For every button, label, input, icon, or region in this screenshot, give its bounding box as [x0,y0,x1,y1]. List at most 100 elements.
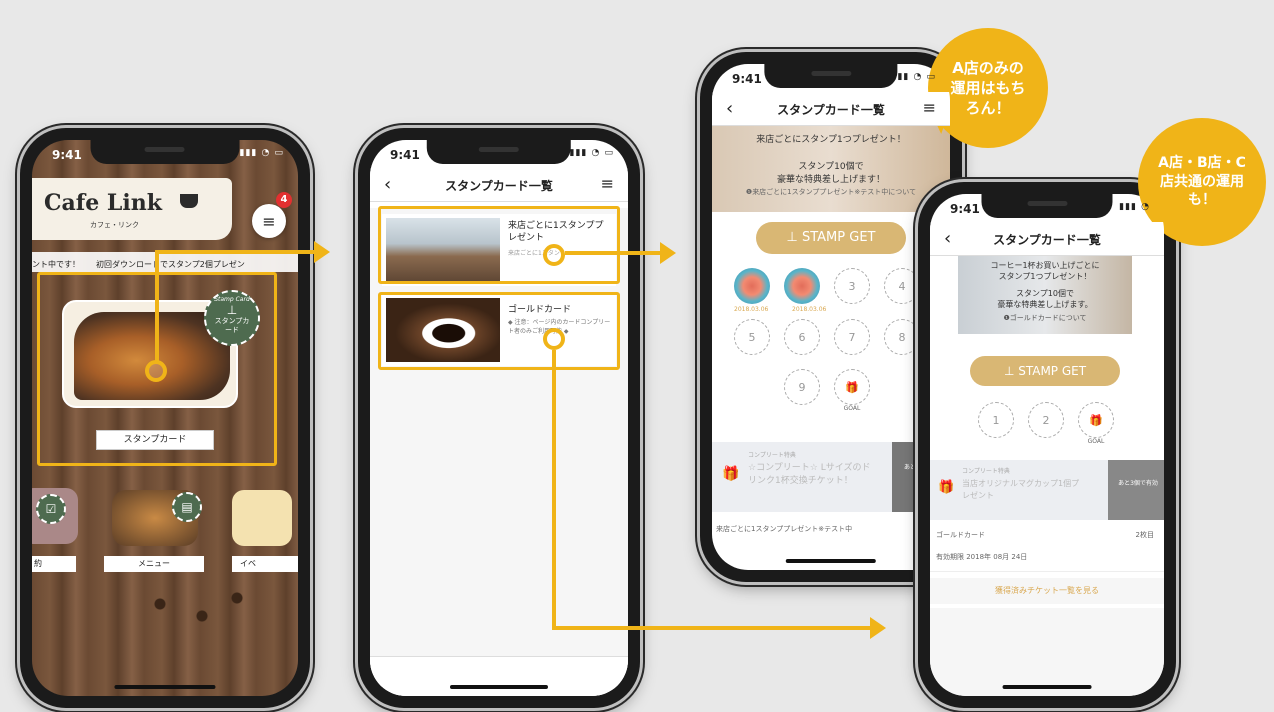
home-indicator [449,685,549,689]
signal-icon: ▮▮▮ ◔ ▭ [891,72,936,82]
stamp-icon: ⊥ [1003,364,1019,378]
coffee-cup-icon [180,194,198,208]
blank-area [930,608,1164,696]
connector-line [565,251,661,255]
phone-stamp-card-abc: 9:41 ▮▮▮ ◔ ‹ スタンプカード一覧 コーヒー1杯お買い上げごとに スタン… [918,182,1176,708]
goal-slot: 🎁 GOAL [834,369,870,412]
gift-icon: 🎁 [1078,402,1114,438]
gift-icon: 🎁 [938,480,955,495]
stamp-get-label: STAMP GET [801,230,876,245]
arrow-right-icon [870,617,886,639]
notch [764,64,898,88]
goal-label: GOAL [1087,438,1105,445]
status-time: 9:41 [390,148,420,162]
connector-line [552,626,872,630]
connector-line [552,350,556,630]
stamp-grid: 1 2 🎁 GOAL [978,402,1114,445]
notch [426,140,572,164]
hamburger-icon[interactable]: ≡ [601,174,614,193]
tap-indicator [145,360,167,382]
hamburger-icon[interactable]: ≡ [923,98,936,117]
menu-book-icon[interactable]: ▤ [172,492,202,522]
stamp-icon: ⊥ [786,230,802,245]
signal-icon: ▮▮▮ ◔ [1119,202,1150,212]
footer-left: 来店ごとに1スタンププレゼント※テスト中 [716,525,853,533]
nav-title: スタンプカード一覧 [777,103,885,117]
bottom-label-event[interactable]: イベ [232,556,298,572]
footer-card[interactable]: 来店ごとに1スタンププレゼント※テスト中 1枚 [712,520,950,540]
banner: 来店ごとにスタンプ1つプレゼント！ スタンプ10個で 豪華な特典差し上げます！ … [712,126,950,212]
stamp-slot: 7 [834,319,870,355]
arrow-right-icon [660,242,676,264]
ticket-list-link[interactable]: 獲得済みチケット一覧を見る [930,578,1164,604]
home-indicator [1002,685,1092,689]
notch [981,194,1113,218]
home-indicator [785,559,877,563]
card-info[interactable]: ゴールドカード 2枚目 有効期限 2018年 08月 24日 [930,526,1164,572]
reward-thumb: あと3個で有効 [1108,460,1164,520]
stamp-slot: 3 [834,268,870,304]
card-name: ゴールドカード [936,531,985,539]
reserve-icon[interactable]: ☑ [36,494,66,524]
nav-bar: ‹ スタンプカード一覧 [930,222,1164,256]
stamp-get-button[interactable]: ⊥ STAMP GET [970,356,1120,386]
bottom-label-menu[interactable]: メニュー [104,556,204,572]
stamp-slot: 4 [884,268,920,304]
stamp-get-label: STAMP GET [1018,364,1087,378]
home-indicator [114,685,216,689]
bottom-label-reserve[interactable]: 約 [32,556,76,572]
connector-line [155,250,317,254]
stamp-date: 2018.03.06 [734,306,769,313]
signal-icon: ▮▮▮ ◔ ▭ [569,148,614,158]
notification-badge: 4 [276,192,292,208]
banner: コーヒー1杯お買い上げごとに スタンプ1つプレゼント！ スタンプ10個で 豪華な… [958,256,1132,334]
complete-small: コンプリート特典 [962,468,1010,475]
card-expiry: 有効期限 2018年 08月 24日 [936,553,1028,561]
complete-text: ☆コンプリート☆ Lサイズのドリンク1杯交換チケット！ [748,463,871,486]
banner-line: 豪華な特典差し上げます！ [776,175,885,185]
notch [90,140,240,164]
banner-info[interactable]: ❶ゴールドカードについて [958,313,1132,324]
event-tile[interactable] [232,490,292,546]
connector-line [155,250,159,362]
tap-indicator [543,328,565,350]
status-time: 9:41 [732,72,762,86]
banner-line: スタンプ10個で [1016,289,1074,298]
nav-bar: ‹ スタンプカード一覧 ≡ [712,92,950,126]
stamp-slot: 1 [978,402,1014,438]
stamp-date: 2018.03.06 [792,306,827,313]
stamp-slot: 5 [734,319,770,355]
banner-line: 来店ごとにスタンプ1つプレゼント！ [756,135,906,145]
status-time: 9:41 [52,148,82,162]
tap-indicator [543,244,565,266]
stamp-slot: 6 [784,319,820,355]
gift-icon: 🎁 [722,466,740,482]
stamp-get-button[interactable]: ⊥ STAMP GET [756,222,906,254]
stamp-card-abc-screen: 9:41 ▮▮▮ ◔ ‹ スタンプカード一覧 コーヒー1杯お買い上げごとに スタン… [930,194,1164,696]
stamp-slot: 2 [1028,402,1064,438]
nav-bar: ‹ スタンプカード一覧 ≡ [370,168,628,202]
goal-label: GOAL [843,405,861,412]
menu-button[interactable]: ≡ [252,204,286,238]
status-time: 9:41 [950,202,980,216]
tab-bar [370,656,628,696]
banner-line: 豪華な特典差し上げます。 [997,300,1093,309]
coffee-beans-decor [132,580,272,640]
banner-info[interactable]: ❶来店ごとに1スタンププレゼント※テスト中について [712,187,950,197]
signal-icon: ▮▮▮ ◔ ▭ [239,148,284,158]
ticker-text: ント中です！ 初回ダウンロードでスタンプ2個プレゼン [32,260,245,269]
stamp-card-a-screen: 9:41 ▮▮▮ ◔ ▭ ‹ スタンプカード一覧 ≡ 来店ごとにスタンプ1つプレゼ… [712,64,950,570]
banner-line: スタンプ1つプレゼント！ [998,272,1092,281]
nav-title: スタンプカード一覧 [993,233,1101,247]
callout-text: A店のみの運用はもちろん！ [950,58,1026,118]
highlight-card-a [378,206,620,284]
goal-slot: 🎁 GOAL [1078,402,1114,445]
banner-line: スタンプ10個で [798,162,864,172]
complete-reward[interactable]: 🎁 コンプリート特典 当店オリジナルマグカップ1個プレゼント あと3個で有効 [930,460,1164,520]
gift-icon: 🎁 [834,369,870,405]
banner-info-text: ゴールドカードについて [1009,314,1087,322]
nav-title: スタンプカード一覧 [445,179,553,193]
card-count: 2枚目 [1135,531,1154,539]
complete-reward[interactable]: 🎁 コンプリート特典 ☆コンプリート☆ Lサイズのドリンク1杯交換チケット！ あ… [712,442,950,512]
ticker-bar: ント中です！ 初回ダウンロードでスタンプ2個プレゼン [32,252,298,272]
